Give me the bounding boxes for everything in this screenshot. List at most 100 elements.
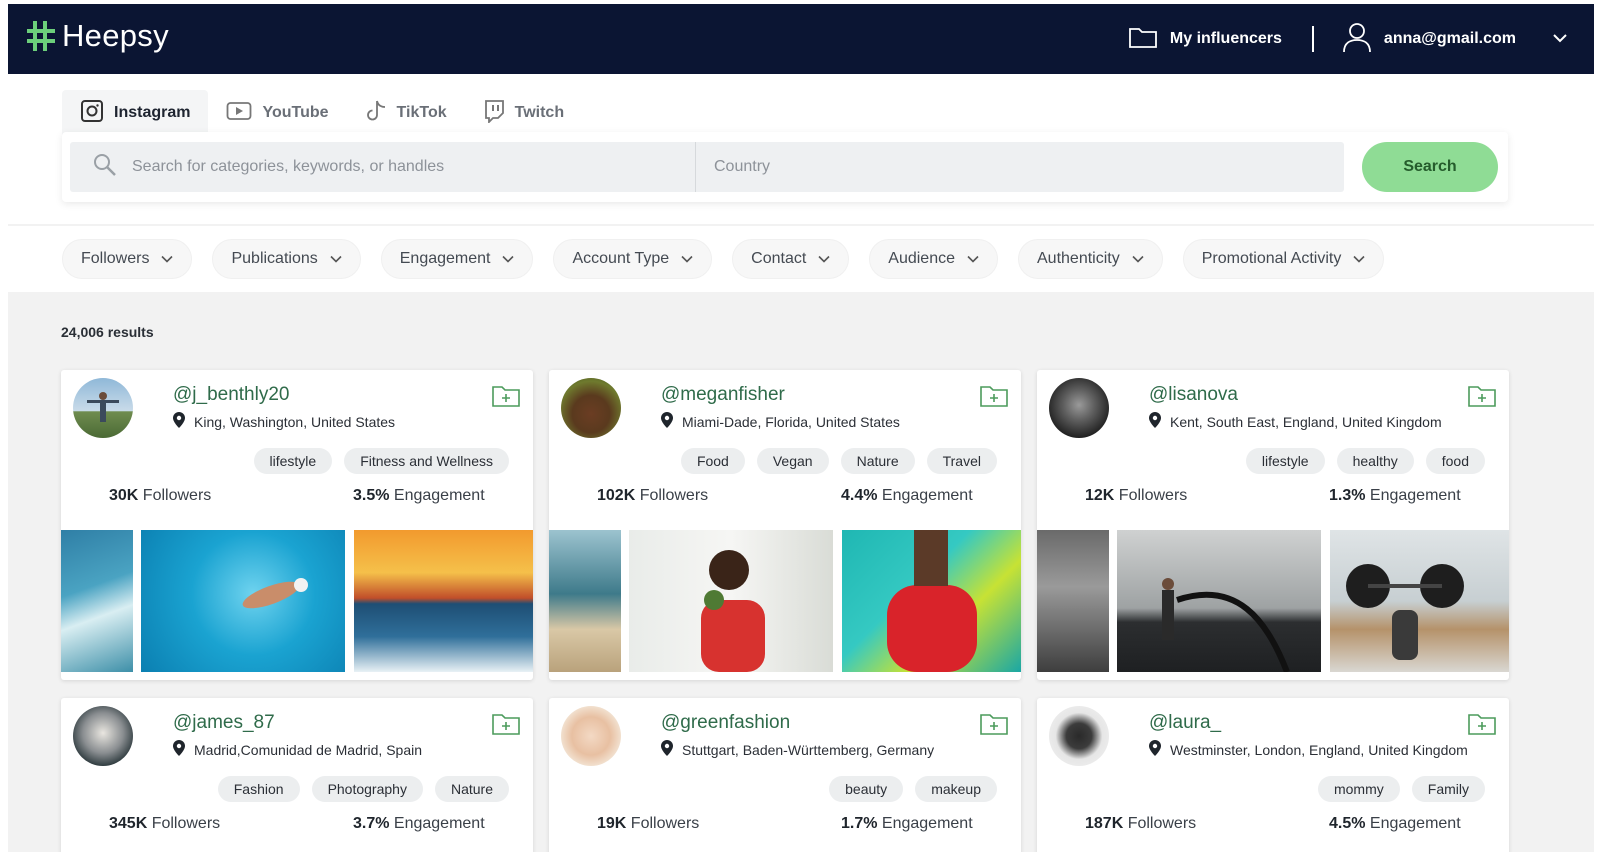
followers-value: 12K [1085,487,1115,504]
engagement-stat: 3.5% Engagement [353,487,485,505]
influencer-card[interactable]: @james_87 Madrid,Comunidad de Madrid, Sp… [61,698,533,852]
add-to-list-icon[interactable] [979,384,1009,413]
engagement-value: 4.5% [1329,815,1366,832]
engagement-value: 1.3% [1329,487,1366,504]
post-image[interactable] [549,530,621,672]
my-influencers-link[interactable]: My influencers [1128,26,1314,52]
avatar[interactable] [561,378,621,438]
category-tag[interactable]: Family [1411,776,1485,802]
filter-audience[interactable]: Audience [869,239,998,279]
filter-label: Followers [81,250,150,267]
influencer-handle[interactable]: @lisanova [1149,384,1238,406]
instagram-icon [80,99,104,128]
add-to-list-icon[interactable] [491,384,521,413]
category-tag[interactable]: Nature [434,776,509,802]
engagement-label: Engagement [877,815,973,832]
chevron-down-icon [1132,250,1144,268]
user-icon [1342,21,1372,58]
followers-value: 345K [109,815,148,832]
category-tags: lifestyle healthy food [1245,448,1485,474]
influencer-handle[interactable]: @j_benthly20 [173,384,289,406]
category-tag[interactable]: Nature [840,448,915,474]
avatar[interactable] [561,706,621,766]
category-tag[interactable]: Photography [311,776,423,802]
influencer-handle[interactable]: @laura_ [1149,712,1221,734]
category-tag[interactable]: Vegan [756,448,829,474]
filter-followers[interactable]: Followers [62,239,193,279]
post-image[interactable] [1330,530,1509,672]
add-to-list-icon[interactable] [1467,712,1497,741]
category-tag[interactable]: Fashion [217,776,300,802]
influencer-card[interactable]: @greenfashion Stuttgart, Baden-Württembe… [549,698,1021,852]
post-image[interactable] [1117,530,1321,672]
influencer-handle[interactable]: @greenfashion [661,712,790,734]
post-image[interactable] [141,530,345,672]
category-tag[interactable]: makeup [915,776,997,802]
influencer-handle[interactable]: @james_87 [173,712,275,734]
influencer-card[interactable]: @laura_ Westminster, London, England, Un… [1037,698,1509,852]
category-tag[interactable]: Fitness and Wellness [344,448,509,474]
country-input[interactable] [714,158,1214,176]
location-text: Kent, South East, England, United Kingdo… [1170,413,1442,430]
category-tag[interactable]: mommy [1317,776,1400,802]
keyword-search-input[interactable] [132,158,632,176]
engagement-label: Engagement [389,815,485,832]
influencer-handle[interactable]: @meganfisher [661,384,785,406]
category-tag[interactable]: healthy [1336,448,1414,474]
recent-posts [549,530,1021,672]
add-to-list-icon[interactable] [1467,384,1497,413]
post-image[interactable] [842,530,1021,672]
tab-tiktok[interactable]: TikTok [347,90,465,136]
avatar[interactable] [1049,706,1109,766]
category-tag[interactable]: Food [680,448,745,474]
filter-label: Audience [888,250,955,267]
avatar[interactable] [73,706,133,766]
category-tag[interactable]: Travel [926,448,997,474]
category-tags: beauty makeup [829,776,997,802]
chevron-down-icon[interactable] [1552,30,1568,48]
engagement-label: Engagement [1365,487,1461,504]
filter-engagement[interactable]: Engagement [380,239,534,279]
tab-instagram[interactable]: Instagram [62,90,209,136]
filter-contact[interactable]: Contact [732,239,850,279]
user-menu[interactable]: anna@gmail.com [1342,21,1568,58]
tab-youtube[interactable]: YouTube [208,90,346,136]
engagement-value: 4.4% [841,487,878,504]
category-tag[interactable]: beauty [829,776,904,802]
followers-value: 19K [597,815,627,832]
location-pin-icon [173,412,185,431]
recent-posts [1037,530,1509,672]
location-text: Madrid,Comunidad de Madrid, Spain [194,741,423,758]
filter-promotional-activity[interactable]: Promotional Activity [1182,239,1385,279]
filter-publications[interactable]: Publications [212,239,361,279]
followers-label: Followers [635,487,709,504]
influencer-card[interactable]: @lisanova Kent, South East, England, Uni… [1037,370,1509,680]
heepsy-logo[interactable]: Heepsy [26,18,169,54]
filter-account-type[interactable]: Account Type [553,239,713,279]
influencer-card[interactable]: @j_benthly20 King, Washington, United St… [61,370,533,680]
category-tags: mommy Family [1317,776,1485,802]
filter-label: Authenticity [1037,250,1120,267]
category-tag[interactable]: lifestyle [1245,448,1325,474]
add-to-list-icon[interactable] [491,712,521,741]
influencer-card[interactable]: @meganfisher Miami-Dade, Florida, United… [549,370,1021,680]
search-button[interactable]: Search [1362,142,1498,192]
location: King, Washington, United States [173,412,395,431]
add-to-list-icon[interactable] [979,712,1009,741]
post-image[interactable] [61,530,133,672]
followers-stat: 187K Followers [1085,815,1196,833]
tab-twitch[interactable]: Twitch [465,90,582,136]
post-image[interactable] [1037,530,1109,672]
followers-label: Followers [147,815,221,832]
post-image[interactable] [354,530,533,672]
filter-authenticity[interactable]: Authenticity [1018,239,1163,279]
search-icon [92,152,118,183]
followers-stat: 345K Followers [109,815,220,833]
chevron-down-icon [818,250,830,268]
avatar[interactable] [1049,378,1109,438]
user-email: anna@gmail.com [1383,30,1516,47]
post-image[interactable] [629,530,833,672]
category-tag[interactable]: lifestyle [253,448,333,474]
category-tag[interactable]: food [1425,448,1485,474]
avatar[interactable] [73,378,133,438]
